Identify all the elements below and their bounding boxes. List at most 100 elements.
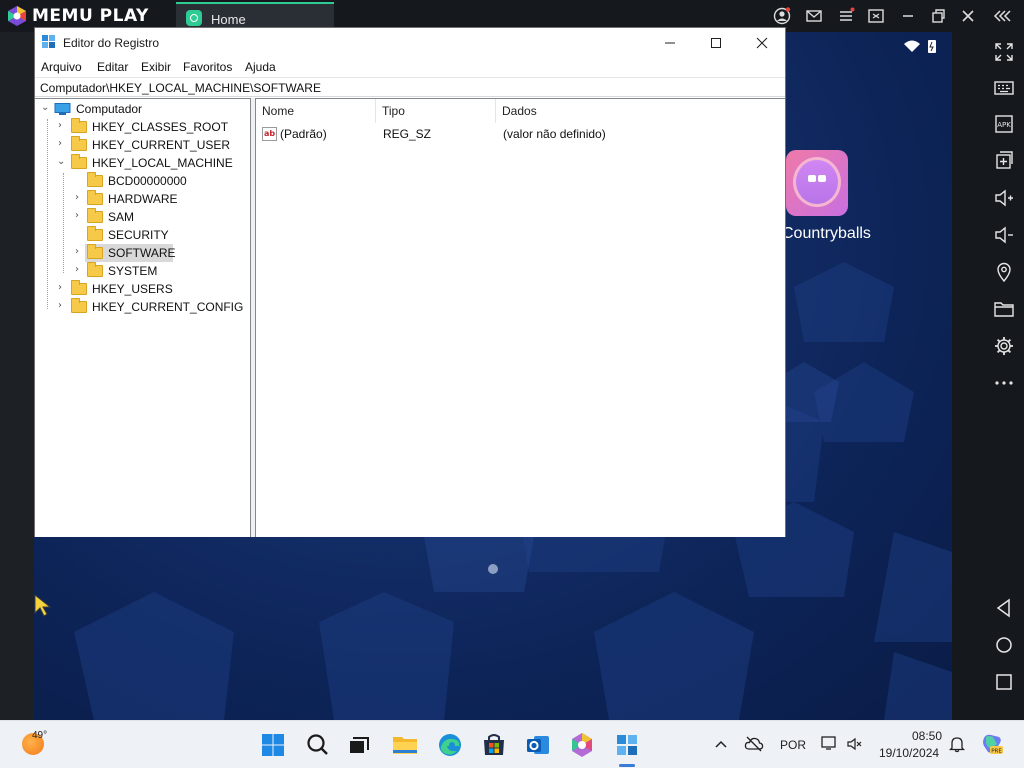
volume-down-icon[interactable]	[992, 223, 1016, 247]
menu-icon[interactable]	[836, 6, 856, 26]
apk-icon[interactable]: APK	[992, 112, 1016, 136]
registry-tree[interactable]: ⌄ Computador › HKEY_CLASSES_ROOT › HKEY_…	[35, 98, 251, 537]
file-explorer-icon[interactable]	[390, 730, 420, 760]
store-icon[interactable]	[479, 730, 509, 760]
tree-node-bcd00000000[interactable]: BCD00000000	[35, 172, 235, 190]
settings-icon[interactable]	[992, 334, 1016, 358]
search-icon[interactable]	[303, 730, 333, 760]
tree-node-hardware[interactable]: › HARDWARE	[35, 190, 235, 208]
tree-label: HKEY_CURRENT_USER	[92, 138, 231, 152]
weather-temperature[interactable]: 49°	[32, 730, 47, 741]
start-icon[interactable]	[258, 730, 288, 760]
task-view-icon[interactable]	[344, 730, 374, 760]
chevron-up-icon[interactable]	[714, 737, 728, 751]
network-icon[interactable]	[820, 734, 840, 752]
screen-icon[interactable]	[866, 6, 886, 26]
maximize-icon	[711, 38, 721, 48]
home-page-indicator	[488, 564, 498, 574]
restore-icon[interactable]	[928, 6, 948, 26]
column-header-nome[interactable]: Nome	[256, 99, 376, 123]
folder-icon	[71, 280, 87, 295]
outlook-icon[interactable]	[523, 730, 553, 760]
chevron-right-icon[interactable]: ›	[58, 301, 68, 311]
volume-up-icon[interactable]	[992, 186, 1016, 210]
status-bar	[904, 40, 936, 53]
column-header-dados[interactable]: Dados	[496, 99, 696, 123]
registry-editor-window[interactable]: Editor do Registro Arquivo Editar Exibir…	[34, 27, 786, 537]
cloud-offline-icon[interactable]	[744, 735, 764, 753]
clock-date[interactable]: 19/10/2024	[879, 746, 939, 760]
volume-muted-icon[interactable]	[846, 736, 862, 752]
menu-ajuda[interactable]: Ajuda	[245, 60, 276, 74]
chevron-down-icon[interactable]: ⌄	[41, 103, 51, 113]
maximize-button[interactable]	[693, 28, 739, 57]
close-icon[interactable]	[958, 6, 978, 26]
minimize-icon[interactable]	[898, 6, 918, 26]
countryballs-app-icon[interactable]	[786, 150, 848, 216]
value-type: REG_SZ	[383, 127, 432, 141]
address-path[interactable]: Computador\HKEY_LOCAL_MACHINE\SOFTWARE	[40, 81, 321, 95]
back-icon[interactable]	[992, 596, 1016, 620]
tree-node-system[interactable]: › SYSTEM	[35, 262, 235, 280]
tree-node-hkey-users[interactable]: › HKEY_USERS	[35, 280, 235, 298]
account-icon[interactable]	[772, 6, 792, 26]
language-indicator[interactable]: POR	[780, 738, 806, 752]
memu-logo-icon	[8, 6, 26, 26]
tab-home-label: Home	[211, 12, 246, 27]
menu-arquivo[interactable]: Arquivo	[41, 60, 82, 74]
tree-node-sam[interactable]: › SAM	[35, 208, 235, 226]
tree-node-hkey-classes-root[interactable]: › HKEY_CLASSES_ROOT	[35, 118, 235, 136]
keyboard-icon[interactable]	[992, 76, 1016, 100]
minimize-button[interactable]	[647, 28, 693, 57]
chevron-down-icon[interactable]: ⌄	[57, 157, 67, 167]
recents-icon[interactable]	[992, 670, 1016, 694]
chevron-right-icon[interactable]: ›	[75, 265, 85, 275]
edge-icon[interactable]	[435, 730, 465, 760]
clock-time[interactable]: 08:50	[910, 729, 942, 743]
wifi-icon	[904, 40, 920, 52]
tree-node-hkey-current-user[interactable]: › HKEY_CURRENT_USER	[35, 136, 235, 154]
tree-node-computador[interactable]: ⌄ Computador	[35, 100, 235, 118]
countryballs-app-label[interactable]: Countryballs	[782, 225, 871, 243]
collapse-sidebar-icon[interactable]	[992, 6, 1012, 26]
close-button[interactable]	[739, 28, 785, 57]
notification-bell-icon[interactable]	[948, 735, 966, 753]
mail-icon[interactable]	[804, 6, 824, 26]
home-icon[interactable]	[992, 633, 1016, 657]
memu-sidebar: APK	[984, 32, 1024, 720]
tree-node-hkey-local-machine[interactable]: ⌄ HKEY_LOCAL_MACHINE	[35, 154, 235, 172]
chevron-right-icon[interactable]: ›	[58, 283, 68, 293]
copilot-icon[interactable]	[567, 730, 597, 760]
chevron-right-icon[interactable]: ›	[75, 211, 85, 221]
values-list[interactable]: Nome Tipo Dados ab (Padrão) REG_SZ (valo…	[255, 98, 785, 537]
menu-exibir[interactable]: Exibir	[141, 60, 171, 74]
table-row[interactable]: ab (Padrão) REG_SZ (valor não definido)	[256, 125, 784, 143]
window-title: Editor do Registro	[63, 36, 160, 50]
tree-node-software[interactable]: › SOFTWARE	[35, 244, 235, 262]
add-window-icon[interactable]	[992, 148, 1016, 172]
column-header-tipo[interactable]: Tipo	[376, 99, 496, 123]
tree-label: Computador	[76, 102, 143, 116]
folder-icon	[71, 136, 87, 151]
chevron-right-icon[interactable]: ›	[58, 121, 68, 131]
copilot-pre-icon[interactable]: PRE	[980, 732, 1004, 756]
regedit-taskbar-icon[interactable]	[612, 730, 642, 760]
location-icon[interactable]	[992, 260, 1016, 284]
more-icon[interactable]	[992, 371, 1016, 395]
tree-node-security[interactable]: SECURITY	[35, 226, 235, 244]
chevron-right-icon[interactable]: ›	[75, 247, 85, 257]
chevron-right-icon[interactable]: ›	[75, 193, 85, 203]
menu-bar: Arquivo Editar Exibir Favoritos Ajuda	[35, 57, 785, 76]
folder-icon	[87, 262, 103, 277]
tree-label: SECURITY	[108, 228, 169, 242]
fullscreen-icon[interactable]	[992, 40, 1016, 64]
menu-editar[interactable]: Editar	[97, 60, 128, 74]
emulator-left-border	[0, 32, 34, 720]
address-bar[interactable]: Computador\HKEY_LOCAL_MACHINE\SOFTWARE	[35, 77, 785, 97]
chevron-right-icon[interactable]: ›	[58, 139, 68, 149]
folder-icon[interactable]	[992, 297, 1016, 321]
menu-favoritos[interactable]: Favoritos	[183, 60, 232, 74]
regedit-titlebar[interactable]: Editor do Registro	[35, 28, 785, 57]
folder-icon	[87, 244, 103, 259]
tree-node-hkey-current-config[interactable]: › HKEY_CURRENT_CONFIG	[35, 298, 243, 316]
